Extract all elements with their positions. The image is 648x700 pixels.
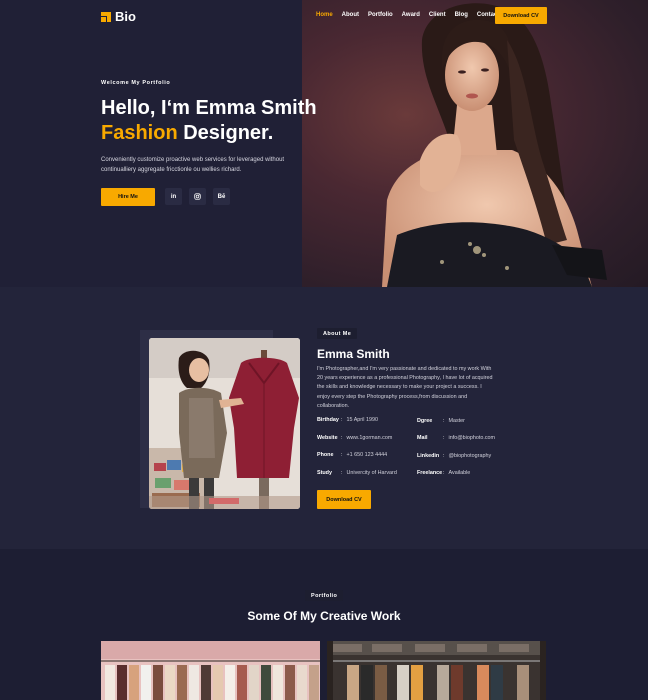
hero-title-line1: Hello, I‘m Emma Smith xyxy=(101,97,317,119)
hero-title: Hello, I‘m Emma Smith Fashion Designer. xyxy=(101,96,317,146)
portfolio-section xyxy=(0,549,648,700)
hero-title-accent: Fashion xyxy=(101,122,178,144)
hero-portrait-image xyxy=(302,0,648,287)
info-value: @biophotography xyxy=(448,453,492,459)
about-eyebrow: About Me xyxy=(317,328,358,339)
portfolio-title: Some Of My Creative Work xyxy=(247,609,401,623)
info-key: Study xyxy=(317,470,332,476)
nav-item-client[interactable]: Client xyxy=(429,12,446,18)
behance-icon[interactable]: Bē xyxy=(213,188,230,205)
info-value: Master xyxy=(448,418,465,424)
brand-name: Bio xyxy=(115,9,136,24)
linkedin-label: in xyxy=(170,193,177,200)
hire-me-button[interactable]: Hire Me xyxy=(101,188,155,206)
nav-item-portfolio[interactable]: Portfolio xyxy=(368,12,393,18)
info-birthday: Birthday: 15 April 1990 xyxy=(317,417,378,423)
info-colon: : xyxy=(443,470,445,476)
hero-section: Bio Home About Portfolio Award Client Bl… xyxy=(0,0,648,287)
info-value: +1 650 123 4444 xyxy=(346,452,388,458)
nav-item-about[interactable]: About xyxy=(342,12,359,18)
info-colon: : xyxy=(341,417,343,423)
info-value: info@biophoto.com xyxy=(448,435,496,441)
portfolio-item-wardrobe[interactable] xyxy=(327,641,546,700)
about-bio: I'm Photographer,and I'm very passionate… xyxy=(317,366,493,409)
info-website: Website: www.1gorman.com xyxy=(317,435,392,441)
info-colon: : xyxy=(443,435,445,441)
hero-eyebrow: Welcome My Portfolio xyxy=(101,80,171,86)
about-designer-image xyxy=(149,338,300,509)
about-download-cv-button[interactable]: Download CV xyxy=(317,490,371,509)
info-key: Dgree xyxy=(417,418,433,424)
nav-item-award[interactable]: Award xyxy=(402,12,420,18)
linkedin-icon[interactable]: in xyxy=(165,188,182,205)
info-colon: : xyxy=(341,470,343,476)
info-value: 15 April 1990 xyxy=(346,417,378,423)
info-freelance: Freelance: Available xyxy=(417,470,470,476)
info-key: Freelance xyxy=(417,470,443,476)
portfolio-item-clothing-rack[interactable] xyxy=(101,641,320,700)
behance-label: Bē xyxy=(217,193,226,200)
nav-item-blog[interactable]: Blog xyxy=(455,12,468,18)
instagram-icon[interactable] xyxy=(189,188,206,205)
hero-description: Conveniently customize proactive web ser… xyxy=(101,157,285,173)
main-nav: Home About Portfolio Award Client Blog C… xyxy=(316,12,508,18)
instagram-glyph-icon xyxy=(194,193,201,200)
info-mail: Mail: info@biophoto.com xyxy=(417,435,495,441)
info-value: www.1gorman.com xyxy=(346,435,393,441)
brand-logo[interactable]: Bio xyxy=(101,9,136,24)
info-value: Available xyxy=(448,470,471,476)
info-key: Website xyxy=(317,435,338,441)
portfolio-eyebrow: Portfolio xyxy=(305,590,344,601)
info-colon: : xyxy=(341,452,343,458)
info-colon: : xyxy=(443,453,445,459)
info-key: Linkedin xyxy=(417,453,440,459)
info-key: Birthday xyxy=(317,417,339,423)
logo-mark-icon xyxy=(101,11,111,22)
info-key: Mail xyxy=(417,435,428,441)
info-degree: Dgree: Master xyxy=(417,418,465,424)
nav-item-home[interactable]: Home xyxy=(316,12,333,18)
about-name: Emma Smith xyxy=(317,347,390,361)
info-linkedin: Linkedin: @biophotography xyxy=(417,453,491,459)
info-value: Univercity of Harvard xyxy=(346,470,397,476)
hero-title-rest: Designer. xyxy=(177,122,274,144)
info-study: Study: Univercity of Harvard xyxy=(317,470,397,476)
info-key: Phone xyxy=(317,452,334,458)
info-colon: : xyxy=(341,435,343,441)
info-colon: : xyxy=(443,418,445,424)
info-phone: Phone: +1 650 123 4444 xyxy=(317,452,387,458)
nav-download-cv-button[interactable]: Download CV xyxy=(495,7,547,24)
